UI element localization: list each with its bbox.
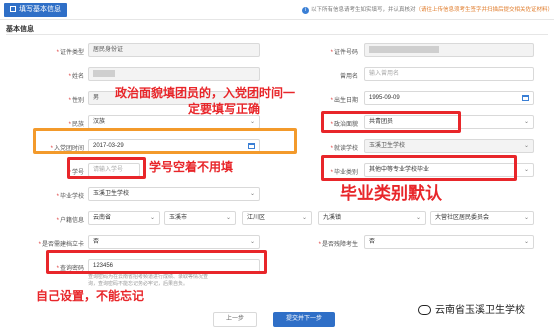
pwd-note: 自己设置，不能忘记 (36, 289, 145, 303)
household-province-select[interactable]: 云南省 ⌄ (88, 211, 160, 225)
chevron-down-icon: ⌄ (249, 119, 255, 125)
chevron-down-icon: ⌄ (523, 239, 529, 245)
chevron-down-icon: ⌄ (301, 215, 307, 221)
ethnicity-label: *民族 (68, 122, 84, 128)
record-card-select[interactable]: 否 ⌄ (88, 235, 260, 249)
school-select[interactable]: 玉溪卫生学校 ⌄ (364, 139, 534, 153)
chevron-down-icon: ⌄ (249, 191, 255, 197)
registration-form-page: 填写基本信息 i 以下所有信息请考生如实填写，并认真核对（请往上传信息须考生签字并… (0, 0, 554, 335)
chevron-down-icon: ⌄ (415, 215, 421, 221)
chevron-down-icon: ⌄ (523, 143, 529, 149)
political-note-line1: 政治面貌填团员的，入党团时间一 (115, 86, 296, 100)
ethnicity-select[interactable]: 汉族 ⌄ (88, 115, 260, 129)
chevron-down-icon: ⌄ (523, 215, 529, 221)
name-label: *姓名 (68, 74, 84, 80)
chevron-down-icon: ⌄ (523, 119, 529, 125)
query-pwd-highlight-box (46, 250, 267, 274)
tab-title-label: 填写基本信息 (19, 6, 61, 13)
household-label: *户籍信息 (56, 218, 84, 224)
birth-label: *出生日期 (330, 98, 358, 104)
record-card-label: *是否需建档立卡 (38, 242, 84, 248)
political-highlight-box (321, 111, 461, 133)
chevron-down-icon: ⌄ (523, 167, 529, 173)
id-number-field[interactable] (364, 43, 534, 57)
name-field[interactable] (88, 67, 260, 81)
blurred-name (93, 69, 115, 77)
prev-step-button[interactable]: 上一步 (213, 312, 257, 327)
info-icon: i (302, 7, 309, 14)
id-type-label: *证件类型 (56, 50, 84, 56)
grad-type-note: 毕业类别默认 (340, 184, 442, 204)
household-district-select[interactable]: 江川区 ⌄ (242, 211, 312, 225)
watermark: 云南省玉溪卫生学校 (418, 301, 525, 316)
political-note-line2: 定要填写正确 (188, 102, 261, 116)
wechat-icon (418, 305, 431, 315)
grad-school-label: *毕业学校 (56, 194, 84, 200)
tab-fill-basic-info[interactable]: 填写基本信息 (4, 3, 67, 17)
disabled-label: *是否残障考生 (318, 242, 358, 248)
notice-main: 以下所有信息请考生如实填写，并认真核对 (311, 7, 416, 13)
section-divider (6, 34, 548, 35)
grad-school-select[interactable]: 玉溪卫生学校 ⌄ (88, 187, 260, 201)
notice-text: i 以下所有信息请考生如实填写，并认真核对（请往上传信息须考生签字并扫描后提交相关… (302, 5, 553, 14)
top-bar: 填写基本信息 i 以下所有信息请考生如实填写，并认真核对（请往上传信息须考生签字并… (0, 0, 554, 20)
id-type-select[interactable]: 居民身份证 (88, 43, 260, 57)
household-town-select[interactable]: 九溪镇 ⌄ (318, 211, 426, 225)
chevron-down-icon: ⌄ (149, 215, 155, 221)
pwd-hint: 查询密码为在云南省招考频道进行成绩、录取等情况查 询，查询密码不能忘记务必牢记，后… (88, 274, 209, 287)
school-label: *就读学校 (330, 146, 358, 152)
submit-next-button[interactable]: 提交并下一步 (273, 312, 335, 327)
section-title: 基本信息 (6, 26, 34, 33)
birth-date-input[interactable]: 1995-09-09 (364, 91, 534, 105)
household-village-select[interactable]: 大营社区居民委员会 ⌄ (430, 211, 534, 225)
household-city-select[interactable]: 玉溪市 ⌄ (164, 211, 236, 225)
chevron-down-icon: ⌄ (249, 239, 255, 245)
used-name-input[interactable]: 输入曾用名 (364, 67, 534, 81)
gender-label: *性别 (68, 98, 84, 104)
id-number-label: *证件号码 (330, 50, 358, 56)
disabled-select[interactable]: 否 ⌄ (364, 235, 534, 249)
used-name-label: 曾用名 (339, 74, 358, 80)
edit-icon (10, 6, 16, 13)
notice-warn: （请往上传信息须考生签字并扫描后提交相关佐证材料） (415, 7, 554, 13)
calendar-icon[interactable] (522, 95, 529, 101)
student-no-highlight-box (67, 157, 146, 179)
grad-type-highlight-box (321, 155, 517, 181)
student-no-note: 学号空着不用填 (149, 160, 234, 174)
chevron-down-icon: ⌄ (225, 215, 231, 221)
join-date-highlight-box (33, 128, 297, 154)
blurred-id-number (369, 45, 439, 53)
